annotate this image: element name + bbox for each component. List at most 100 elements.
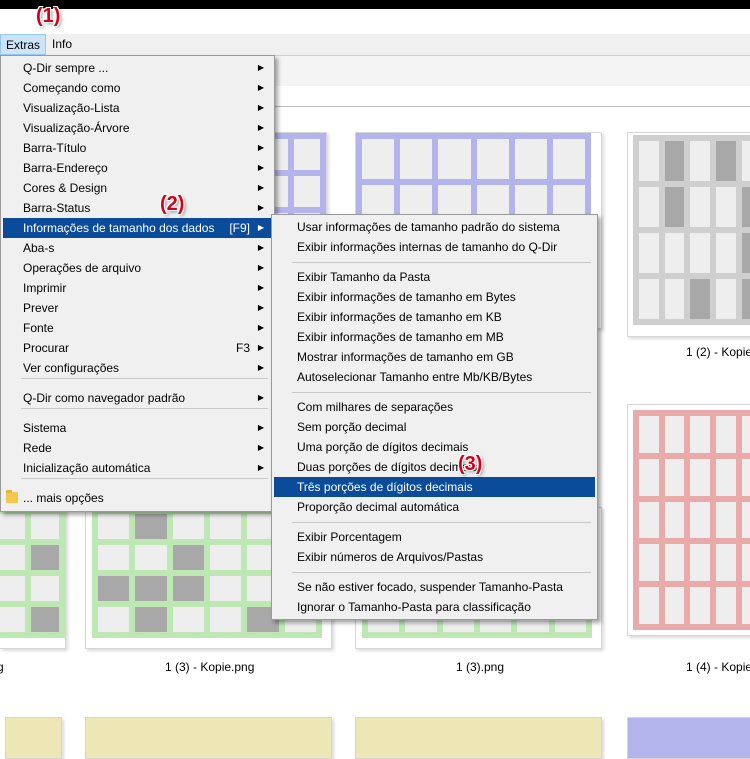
submenu-arrow-icon: ▶ — [257, 203, 264, 212]
submenu-arrow-icon: ▶ — [257, 343, 264, 352]
annotation-3: (3) — [458, 453, 483, 475]
submenu-item[interactable]: Sem porção decimal — [274, 417, 595, 437]
submenu-item[interactable]: Três porções de dígitos decimais — [274, 477, 595, 497]
menu-item[interactable]: Ver configurações ▶ — [3, 358, 272, 378]
menu-item[interactable]: Sistema ▶ — [3, 418, 272, 438]
file-thumbnail[interactable] — [0, 507, 66, 649]
menu-item[interactable]: Rede ▶ — [3, 438, 272, 458]
submenu-item[interactable]: Se não estiver focado, suspender Tamanho… — [274, 577, 595, 597]
submenu-arrow-icon: ▶ — [257, 103, 264, 112]
menu-item-label: Barra-Status — [23, 201, 91, 215]
submenu-item[interactable]: Exibir informações de tamanho em KB — [274, 307, 595, 327]
title-area — [0, 9, 750, 34]
file-thumbnail[interactable] — [85, 717, 332, 759]
menu-item[interactable]: ... mais opções — [3, 488, 272, 508]
menu-separator — [21, 378, 268, 379]
submenu-arrow-icon: ▶ — [257, 183, 264, 192]
menu-item[interactable]: Cores & Design ▶ — [3, 178, 272, 198]
menu-item[interactable]: Visualização-Lista ▶ — [3, 98, 272, 118]
menu-item-shortcut: F3 — [235, 341, 250, 355]
submenu-arrow-icon: ▶ — [257, 363, 264, 372]
menu-item[interactable]: Imprimir ▶ — [3, 278, 272, 298]
menu-item[interactable]: Aba-s ▶ — [3, 238, 272, 258]
submenu-item-label: Exibir informações de tamanho em Bytes — [297, 290, 516, 304]
submenu-item-label: Exibir números de Arquivos/Pastas — [297, 550, 484, 564]
menu-item[interactable]: Inicialização automática ▶ — [3, 458, 272, 478]
submenu-item[interactable]: Exibir números de Arquivos/Pastas — [274, 547, 595, 567]
menu-item-label: Cores & Design — [23, 181, 108, 195]
submenu-item[interactable]: Usar informações de tamanho padrão do si… — [274, 217, 595, 237]
menu-item-label: Q-Dir sempre ... — [23, 61, 109, 75]
submenu-item[interactable]: Exibir Tamanho da Pasta — [274, 267, 595, 287]
submenu-item-label: Sem porção decimal — [297, 420, 407, 434]
menu-item-label: ... mais opções — [23, 491, 104, 505]
menu-item[interactable]: Informações de tamanho dos dados [F9] ▶ — [3, 218, 272, 238]
submenu-arrow-icon: ▶ — [257, 393, 264, 402]
submenu-item[interactable]: Exibir informações de tamanho em MB — [274, 327, 595, 347]
menu-item-label: Barra-Título — [23, 141, 87, 155]
submenu-item[interactable]: Mostrar informações de tamanho em GB — [274, 347, 595, 367]
menu-separator — [21, 478, 268, 479]
submenu-item-label: Mostrar informações de tamanho em GB — [297, 350, 514, 364]
menu-item-label: Prever — [23, 301, 59, 315]
menu-item[interactable]: Barra-Título ▶ — [3, 138, 272, 158]
submenu-item[interactable]: Uma porção de dígitos decimais — [274, 437, 595, 457]
file-caption: 1 (3) - Kopie.png — [165, 660, 255, 674]
submenu-arrow-icon: ▶ — [257, 263, 264, 272]
menu-item[interactable]: Fonte ▶ — [3, 318, 272, 338]
menu-item-label: Rede — [23, 441, 52, 455]
menu-item[interactable]: Q-Dir sempre ... ▶ — [3, 58, 272, 78]
menu-extras[interactable]: Extras — [0, 34, 47, 55]
submenu-arrow-icon: ▶ — [257, 303, 264, 312]
submenu-arrow-icon: ▶ — [257, 323, 264, 332]
menu-item-label: Q-Dir como navegador padrão — [23, 391, 186, 405]
submenu-arrow-icon: ▶ — [257, 163, 264, 172]
file-caption: 1 (3).png — [456, 660, 505, 674]
submenu-arrow-icon: ▶ — [257, 443, 264, 452]
submenu-arrow-icon: ▶ — [257, 243, 264, 252]
menu-item[interactable]: Q-Dir como navegador padrão ▶ — [3, 388, 272, 408]
submenu-arrow-icon: ▶ — [257, 123, 264, 132]
submenu-item-label: Proporção decimal automática — [297, 500, 460, 514]
folder-icon — [6, 490, 18, 503]
file-thumbnail[interactable] — [355, 717, 602, 759]
menu-item[interactable]: Procurar F3 ▶ — [3, 338, 272, 358]
menu-bar: Extras Info — [0, 34, 750, 56]
submenu-item[interactable]: Ignorar o Tamanho-Pasta para classificaç… — [274, 597, 595, 617]
submenu-item[interactable]: Proporção decimal automática — [274, 497, 595, 517]
submenu-item[interactable]: Exibir Porcentagem — [274, 527, 595, 547]
window-top-strip — [0, 0, 750, 9]
menu-item-shortcut: [F9] — [229, 221, 250, 235]
file-thumbnail[interactable] — [627, 132, 750, 337]
submenu-arrow-icon: ▶ — [257, 63, 264, 72]
menu-separator — [292, 392, 591, 393]
menu-item[interactable]: Barra-Endereço ▶ — [3, 158, 272, 178]
menu-item-label: Procurar — [23, 341, 70, 355]
submenu-item-label: Uma porção de dígitos decimais — [297, 440, 469, 454]
submenu-item-label: Exibir Tamanho da Pasta — [297, 270, 431, 284]
menu-info[interactable]: Info — [47, 34, 77, 55]
menu-item-label: Visualização-Árvore — [23, 121, 130, 135]
submenu-arrow-icon: ▶ — [257, 463, 264, 472]
file-caption: g — [0, 660, 4, 674]
menu-item-label: Sistema — [23, 421, 67, 435]
submenu-item-label: Exibir informações internas de tamanho d… — [297, 240, 558, 254]
file-thumbnail[interactable] — [5, 717, 62, 759]
submenu-item[interactable]: Autoselecionar Tamanho entre Mb/KB/Bytes — [274, 367, 595, 387]
menu-item[interactable]: Prever ▶ — [3, 298, 272, 318]
menu-separator — [292, 262, 591, 263]
submenu-item[interactable]: Duas porções de dígitos decimais — [274, 457, 595, 477]
submenu-item-label: Usar informações de tamanho padrão do si… — [297, 220, 560, 234]
submenu-arrow-icon: ▶ — [257, 223, 264, 232]
file-thumbnail[interactable] — [627, 717, 750, 759]
menu-item[interactable]: Começando como ▶ — [3, 78, 272, 98]
submenu-item[interactable]: Exibir informações de tamanho em Bytes — [274, 287, 595, 307]
submenu-item[interactable]: Com milhares de separações — [274, 397, 595, 417]
menu-item-label: Imprimir — [23, 281, 67, 295]
menu-item[interactable]: Barra-Status ▶ — [3, 198, 272, 218]
menu-item[interactable]: Operações de arquivo ▶ — [3, 258, 272, 278]
annotation-1: (1) — [36, 5, 61, 27]
submenu-item[interactable]: Exibir informações internas de tamanho d… — [274, 237, 595, 257]
file-thumbnail[interactable] — [627, 404, 750, 636]
menu-item[interactable]: Visualização-Árvore ▶ — [3, 118, 272, 138]
